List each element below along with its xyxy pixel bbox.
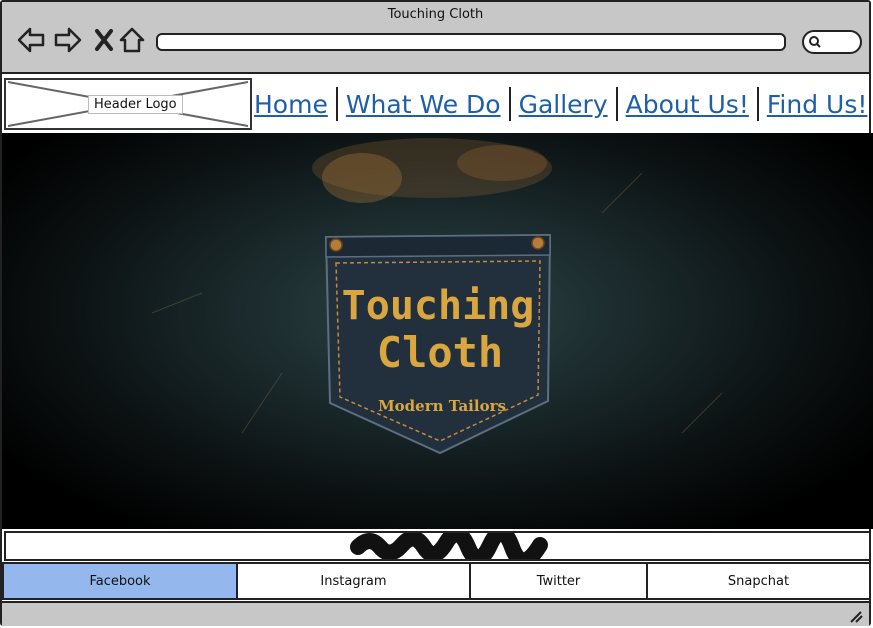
header-logo-label: Header Logo bbox=[88, 95, 183, 114]
brand-line-2: Cloth bbox=[377, 328, 503, 377]
tab-twitter[interactable]: Twitter bbox=[469, 562, 648, 600]
browser-statusbar bbox=[2, 601, 869, 626]
header-logo-placeholder: Header Logo bbox=[4, 78, 252, 130]
search-icon bbox=[809, 36, 821, 48]
scribbled-text-placeholder bbox=[4, 531, 871, 561]
menu-link-gallery[interactable]: Gallery bbox=[511, 90, 616, 119]
menu-link-home[interactable]: Home bbox=[254, 90, 336, 119]
resize-grip-icon[interactable] bbox=[847, 609, 863, 623]
tab-facebook[interactable]: Facebook bbox=[2, 562, 238, 600]
search-field[interactable] bbox=[802, 30, 862, 54]
menu-link-what-we-do[interactable]: What We Do bbox=[338, 90, 509, 119]
back-arrow-icon[interactable] bbox=[17, 26, 45, 54]
tab-snapchat[interactable]: Snapchat bbox=[646, 562, 871, 600]
browser-titlebar: Touching Cloth bbox=[2, 2, 869, 74]
menu-link-about-us[interactable]: About Us! bbox=[618, 90, 757, 119]
browser-window: Touching Cloth Header Logo Home What We … bbox=[0, 0, 873, 626]
forward-arrow-icon[interactable] bbox=[54, 26, 82, 54]
address-bar[interactable] bbox=[156, 33, 786, 51]
social-links-bar: Facebook Instagram Twitter Snapchat bbox=[2, 562, 871, 600]
denim-pocket-logo: Touching Cloth Modern Tailors bbox=[324, 233, 552, 455]
scribble-icon bbox=[350, 533, 548, 559]
close-icon[interactable] bbox=[91, 26, 119, 54]
main-menu: Home What We Do Gallery About Us! Find U… bbox=[254, 78, 873, 130]
brand-tagline: Modern Tailors bbox=[378, 397, 506, 415]
tab-instagram[interactable]: Instagram bbox=[236, 562, 471, 600]
hero-banner: Touching Cloth Modern Tailors bbox=[2, 133, 873, 529]
home-icon[interactable] bbox=[118, 26, 146, 54]
brand-line-1: Touching bbox=[342, 283, 535, 329]
menu-link-find-us[interactable]: Find Us! bbox=[759, 90, 873, 119]
window-title: Touching Cloth bbox=[387, 7, 484, 22]
